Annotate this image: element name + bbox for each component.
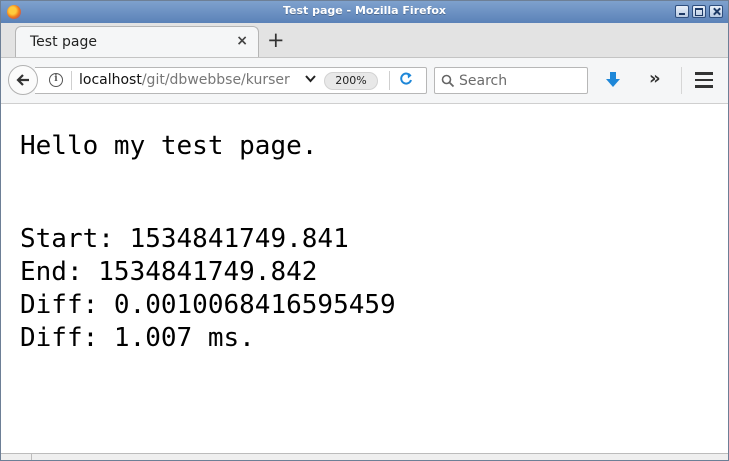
- browser-window: Test page - Mozilla Firefox Test page × …: [0, 0, 729, 461]
- tab-label: Test page: [30, 34, 97, 50]
- search-bar[interactable]: [434, 67, 588, 94]
- overflow-chevrons-icon[interactable]: »: [649, 68, 661, 89]
- download-arrow-icon[interactable]: [604, 71, 622, 93]
- url-text[interactable]: localhost/git/dbwebbse/kurser: [79, 72, 290, 88]
- url-divider: [71, 71, 72, 90]
- status-bar: [1, 453, 728, 460]
- back-arrow-icon: [16, 74, 29, 86]
- status-divider: [31, 454, 32, 460]
- zoom-level-badge[interactable]: 200%: [324, 72, 378, 90]
- info-icon[interactable]: i: [49, 73, 63, 87]
- hamburger-menu-icon[interactable]: [695, 72, 713, 92]
- chevron-down-icon[interactable]: [305, 73, 316, 86]
- title-bar: Test page - Mozilla Firefox: [1, 1, 728, 23]
- url-divider-2: [389, 71, 390, 90]
- maximize-button[interactable]: [692, 5, 706, 18]
- close-window-button[interactable]: [709, 5, 723, 18]
- search-input[interactable]: [459, 71, 581, 90]
- tab-close-icon[interactable]: ×: [236, 33, 248, 49]
- reload-icon[interactable]: [399, 71, 413, 91]
- window-title: Test page - Mozilla Firefox: [282, 4, 447, 17]
- navigation-toolbar: i localhost/git/dbwebbse/kurser 200% »: [1, 58, 728, 104]
- page-heading: Hello my test page.: [20, 131, 318, 161]
- url-host: localhost: [79, 72, 142, 88]
- diff-ms-line: Diff: 1.007 ms.: [20, 323, 255, 353]
- page-content: Hello my test page. Start: 1534841749.84…: [1, 104, 728, 454]
- url-path: /git/dbwebbse/kurser: [141, 72, 290, 88]
- new-tab-button[interactable]: +: [267, 28, 285, 52]
- toolbar-divider: [681, 67, 682, 94]
- url-bar[interactable]: i localhost/git/dbwebbse/kurser 200%: [35, 67, 427, 94]
- back-button[interactable]: [8, 65, 38, 95]
- tab-strip: Test page × +: [1, 23, 728, 58]
- diff-seconds-line: Diff: 0.0010068416595459: [20, 290, 396, 320]
- start-time-line: Start: 1534841749.841: [20, 224, 349, 254]
- end-time-line: End: 1534841749.842: [20, 257, 318, 287]
- search-icon: [441, 74, 455, 88]
- tab-test-page[interactable]: Test page ×: [15, 26, 259, 57]
- minimize-button[interactable]: [675, 5, 689, 18]
